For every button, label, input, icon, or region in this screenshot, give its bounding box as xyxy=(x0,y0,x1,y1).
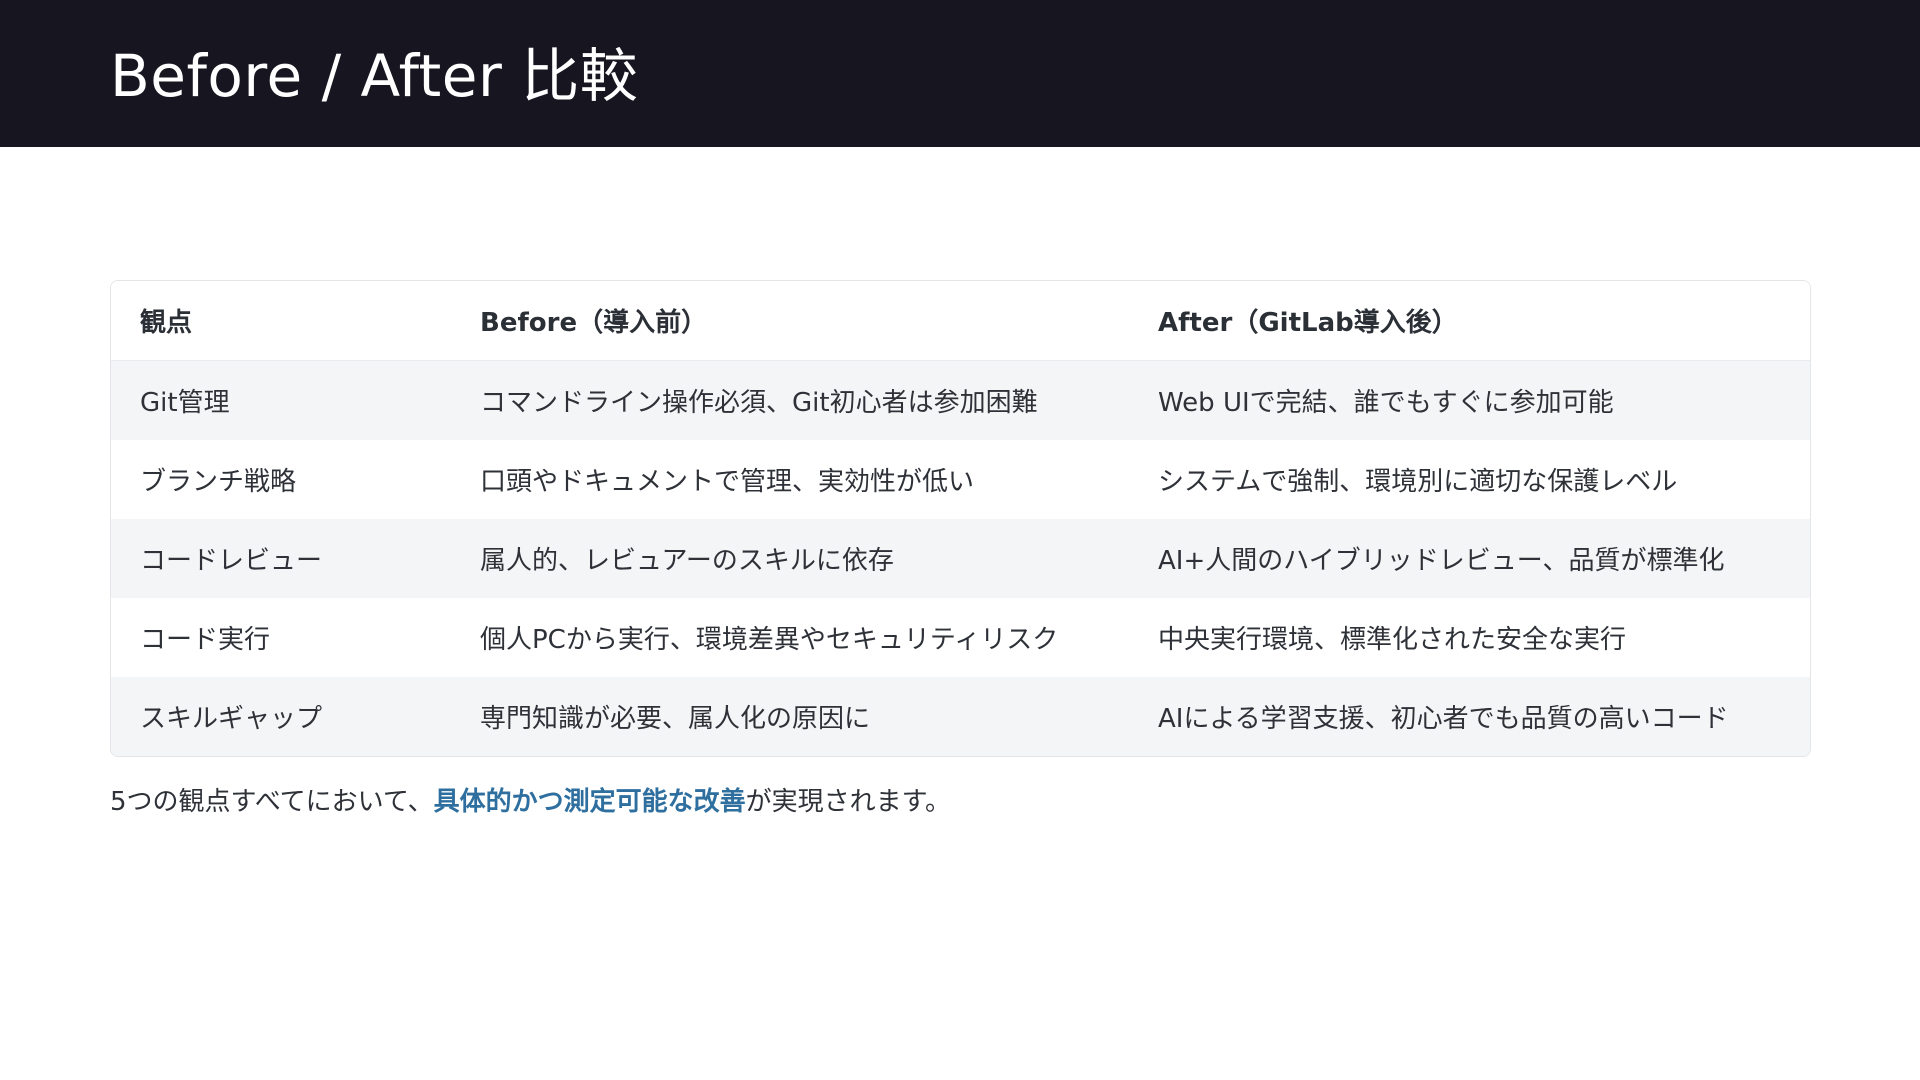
header-band: Before / After 比較 xyxy=(0,0,1920,147)
comparison-table-container: 観点 Before（導入前） After（GitLab導入後） Git管理 コマ… xyxy=(110,280,1811,757)
cell-after: Web UIで完結、誰でもすぐに参加可能 xyxy=(1129,360,1810,440)
comparison-table: 観点 Before（導入前） After（GitLab導入後） Git管理 コマ… xyxy=(111,281,1810,756)
table-row: コードレビュー 属人的、レビュアーのスキルに依存 AI+人間のハイブリッドレビュ… xyxy=(111,519,1810,598)
table-row: コード実行 個人PCから実行、環境差異やセキュリティリスク 中央実行環境、標準化… xyxy=(111,598,1810,677)
table-row: Git管理 コマンドライン操作必須、Git初心者は参加困難 Web UIで完結、… xyxy=(111,360,1810,440)
cell-before: コマンドライン操作必須、Git初心者は参加困難 xyxy=(451,360,1129,440)
cell-viewpoint: ブランチ戦略 xyxy=(111,440,451,519)
cell-viewpoint: スキルギャップ xyxy=(111,677,451,756)
cell-after: AIによる学習支援、初心者でも品質の高いコード xyxy=(1129,677,1810,756)
summary-text: 5つの観点すべてにおいて、具体的かつ測定可能な改善が実現されます。 xyxy=(110,782,951,822)
cell-viewpoint: コード実行 xyxy=(111,598,451,677)
cell-after: AI+人間のハイブリッドレビュー、品質が標準化 xyxy=(1129,519,1810,598)
cell-after: 中央実行環境、標準化された安全な実行 xyxy=(1129,598,1810,677)
cell-before: 属人的、レビュアーのスキルに依存 xyxy=(451,519,1129,598)
cell-before: 口頭やドキュメントで管理、実効性が低い xyxy=(451,440,1129,519)
table-row: ブランチ戦略 口頭やドキュメントで管理、実効性が低い システムで強制、環境別に適… xyxy=(111,440,1810,519)
slide-title: Before / After 比較 xyxy=(110,42,639,110)
column-header-after: After（GitLab導入後） xyxy=(1129,281,1810,361)
column-header-viewpoint: 観点 xyxy=(111,281,451,361)
table-header-row: 観点 Before（導入前） After（GitLab導入後） xyxy=(111,281,1810,361)
summary-prefix: 5つの観点すべてにおいて、 xyxy=(110,787,434,817)
slide: Before / After 比較 観点 Before（導入前） After（G… xyxy=(0,0,1920,1080)
column-header-before: Before（導入前） xyxy=(451,281,1129,361)
cell-before: 専門知識が必要、属人化の原因に xyxy=(451,677,1129,756)
cell-viewpoint: Git管理 xyxy=(111,360,451,440)
cell-before: 個人PCから実行、環境差異やセキュリティリスク xyxy=(451,598,1129,677)
summary-highlight: 具体的かつ測定可能な改善 xyxy=(433,787,746,817)
table-row: スキルギャップ 専門知識が必要、属人化の原因に AIによる学習支援、初心者でも品… xyxy=(111,677,1810,756)
summary-suffix: が実現されます。 xyxy=(745,787,952,817)
cell-after: システムで強制、環境別に適切な保護レベル xyxy=(1129,440,1810,519)
cell-viewpoint: コードレビュー xyxy=(111,519,451,598)
